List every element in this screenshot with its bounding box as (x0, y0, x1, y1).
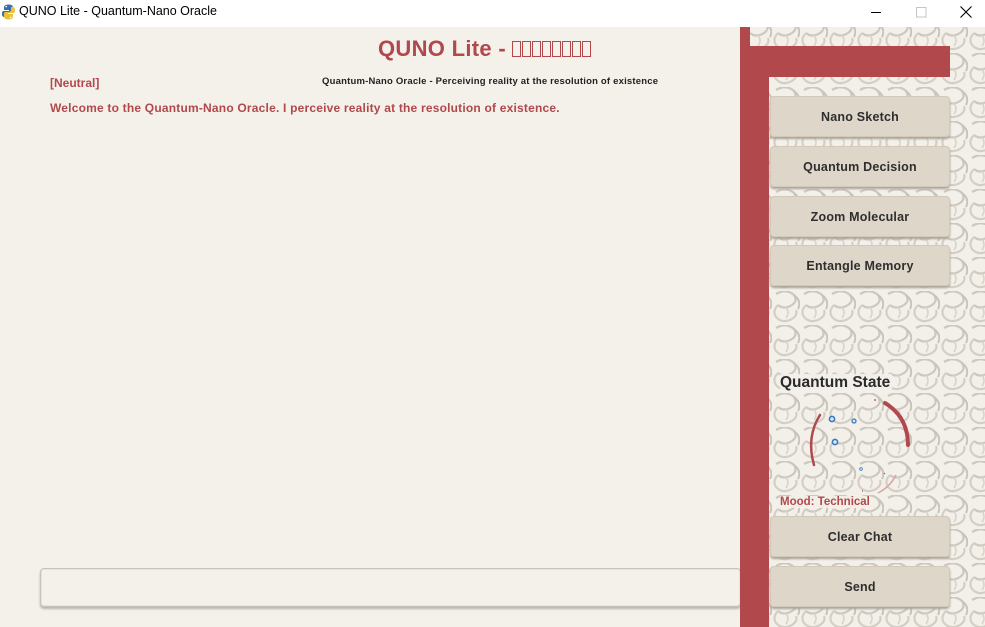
quantum-state-visualization (809, 399, 910, 494)
missing-glyph-box (552, 41, 562, 57)
mood-indicator: Mood: Technical (780, 496, 870, 508)
python-snake-icon (2, 4, 15, 20)
maximize-icon (915, 6, 926, 17)
missing-glyph-box (572, 41, 582, 57)
missing-glyph-box (582, 41, 592, 57)
app-title: QUNO Lite - (378, 36, 592, 62)
missing-glyph-box (542, 41, 552, 57)
missing-glyph-box (562, 41, 572, 57)
missing-glyph-box (512, 41, 522, 57)
zoom-molecular-button[interactable]: Zoom Molecular (770, 196, 950, 237)
nano-sketch-button[interactable]: Nano Sketch (770, 96, 950, 137)
window-titlebar: QUNO Lite - Quantum-Nano Oracle (0, 0, 985, 27)
quantum-arc-left (809, 413, 822, 467)
chat-message: Welcome to the Quantum-Nano Oracle. I pe… (50, 101, 560, 115)
close-button[interactable] (943, 0, 985, 24)
missing-glyph-boxes (512, 36, 592, 61)
window-title: QUNO Lite - Quantum-Nano Oracle (19, 4, 217, 18)
mood-tag: [Neutral] (50, 76, 100, 90)
sidebar-accent-strip (750, 77, 769, 627)
minimize-button[interactable] (853, 0, 899, 24)
close-icon (960, 6, 972, 18)
quantum-state-title: Quantum State (780, 374, 893, 392)
quantum-arc-faint (877, 474, 897, 494)
entangle-memory-button[interactable]: Entangle Memory (770, 245, 950, 286)
quantum-arc-right (883, 401, 910, 447)
sidebar-header-banner (750, 46, 950, 77)
quantum-dots (862, 399, 886, 492)
quantum-particle (851, 418, 857, 424)
quantum-particle (828, 415, 836, 423)
maximize-button[interactable] (898, 0, 944, 24)
quantum-decision-button[interactable]: Quantum Decision (770, 146, 950, 187)
quantum-particle (859, 467, 863, 471)
message-input[interactable] (40, 568, 741, 607)
missing-glyph-box (532, 41, 542, 57)
app-title-text: QUNO Lite - (378, 36, 513, 61)
send-button[interactable]: Send (770, 566, 950, 607)
quantum-particle (831, 438, 839, 446)
chat-area (0, 27, 740, 627)
minimize-icon (870, 11, 881, 13)
clear-chat-button[interactable]: Clear Chat (770, 516, 950, 557)
missing-glyph-box (522, 41, 532, 57)
app-subtitle: Quantum-Nano Oracle - Perceiving reality… (322, 76, 659, 87)
